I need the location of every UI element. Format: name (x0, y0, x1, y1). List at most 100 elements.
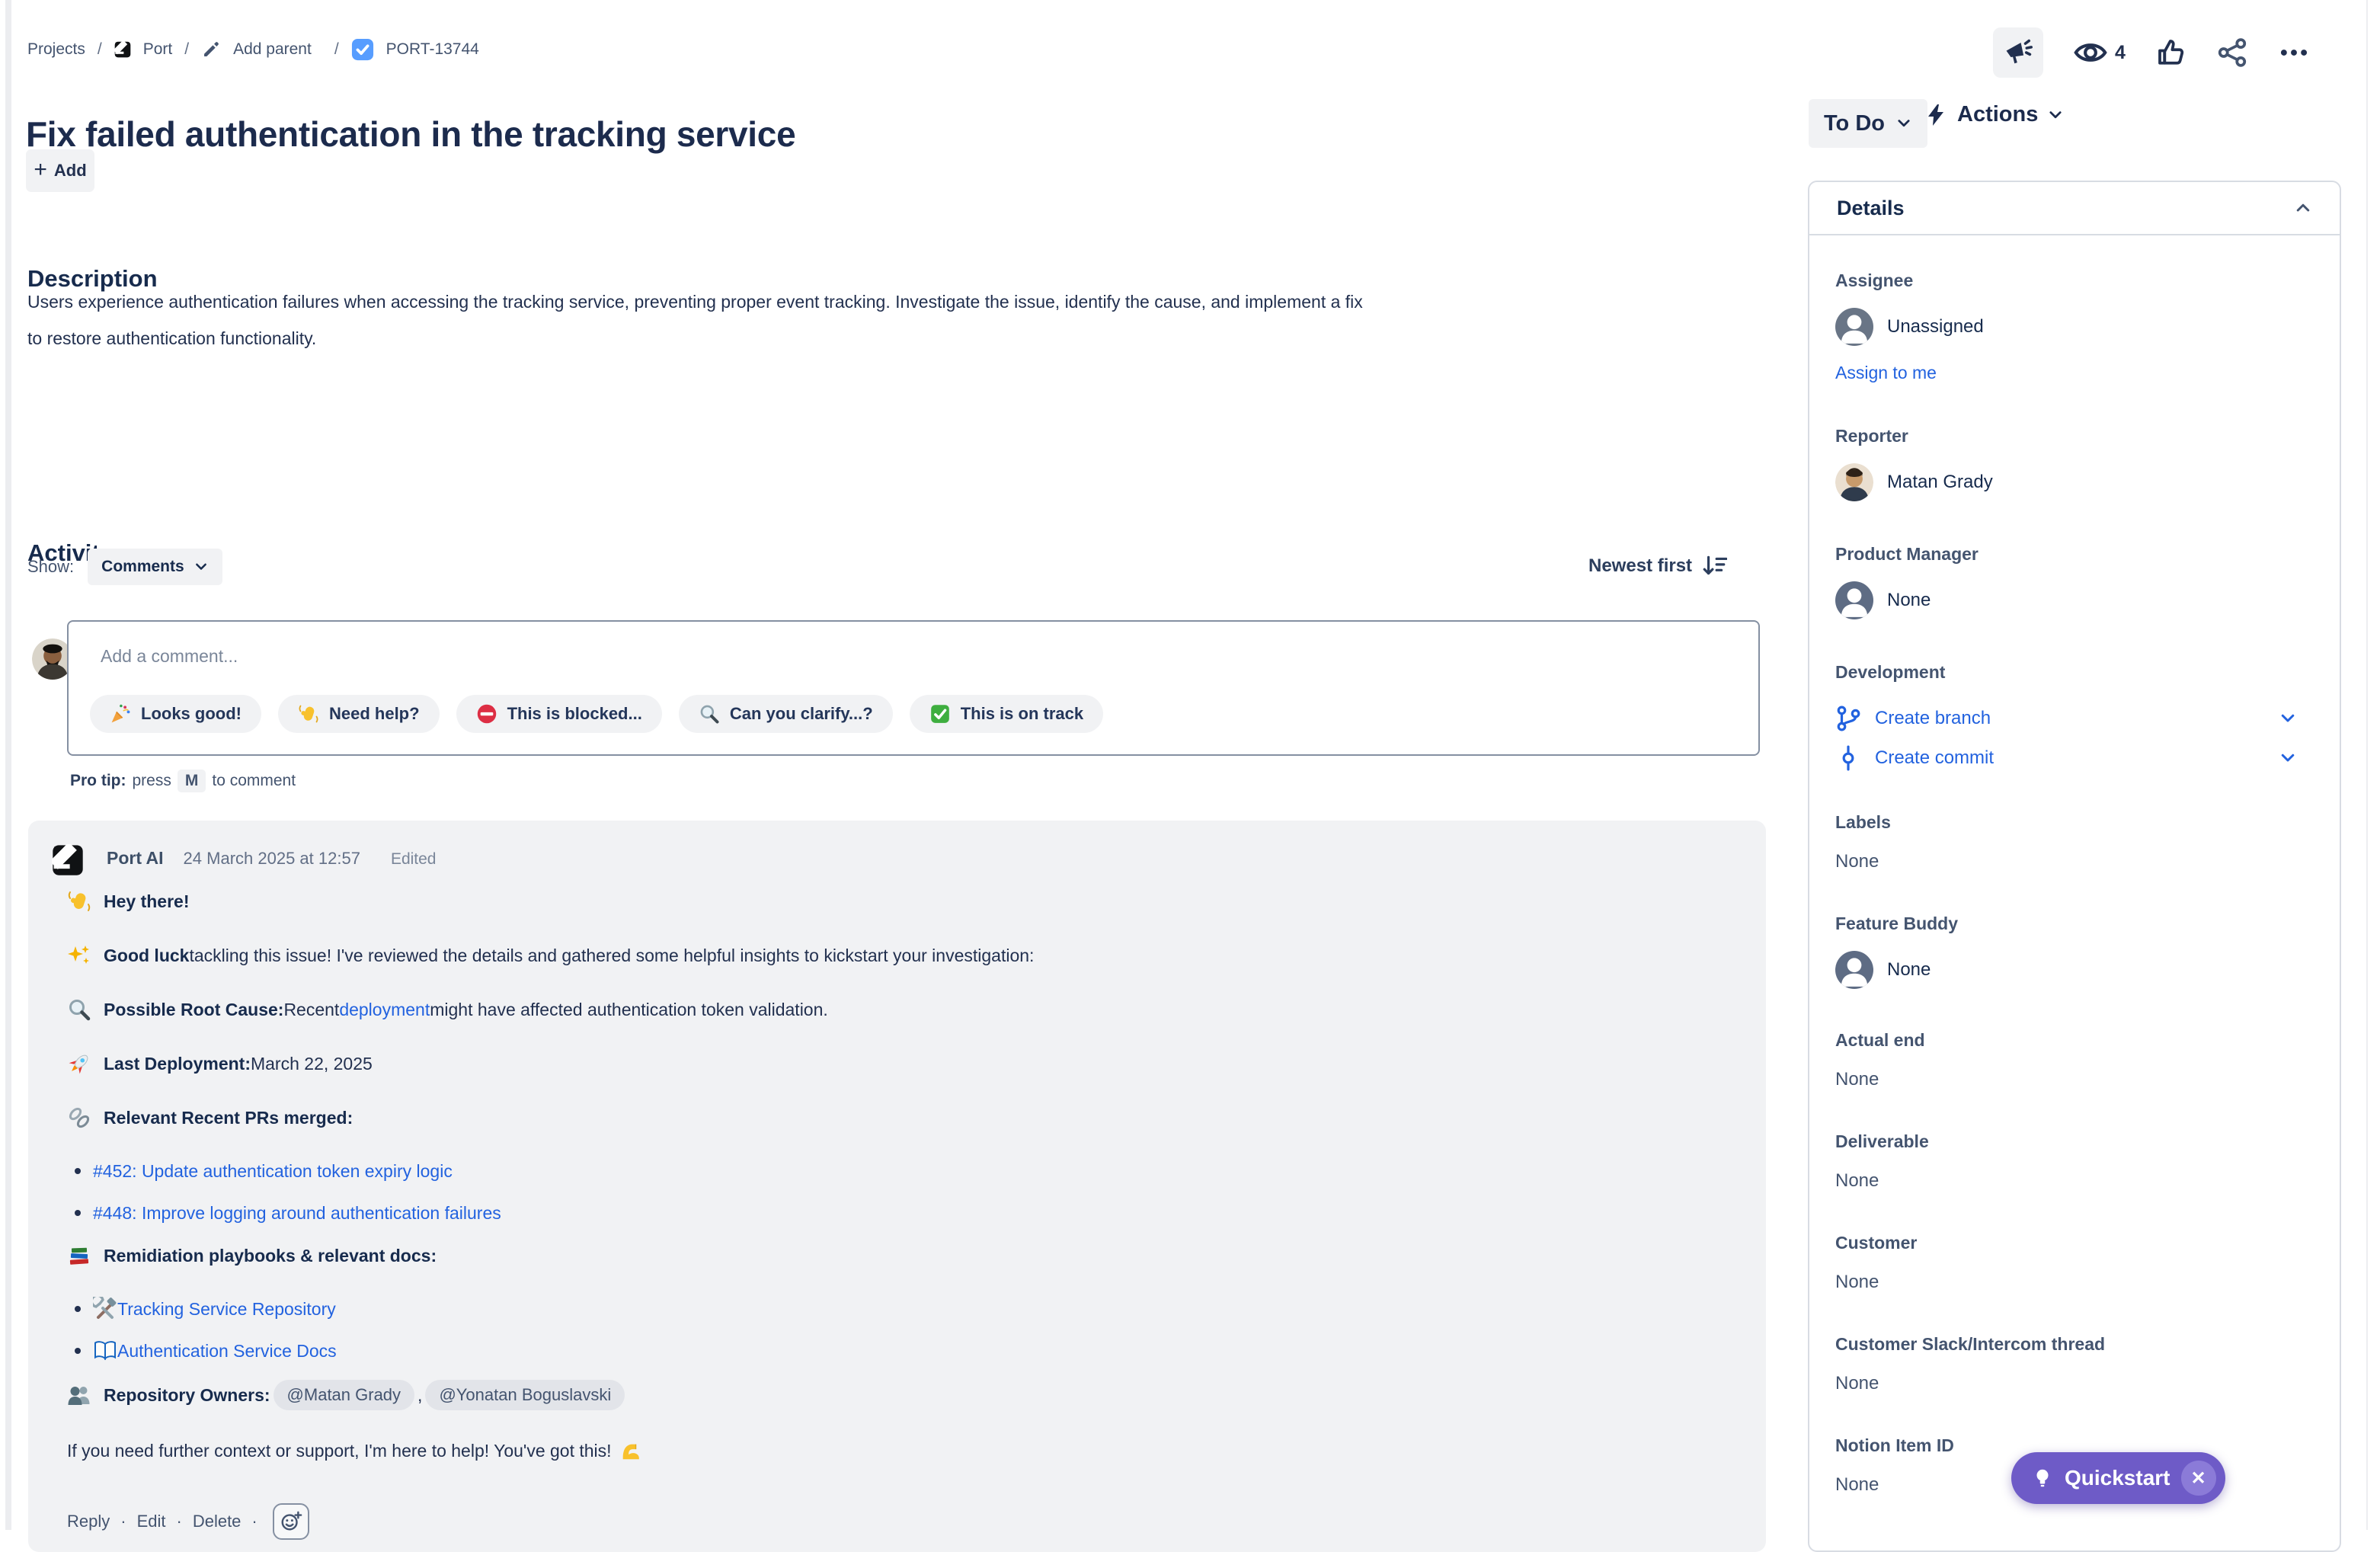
reply-action[interactable]: Reply (67, 1512, 110, 1531)
description-body[interactable]: Users experience authentication failures… (27, 283, 1757, 357)
reporter-value[interactable]: Matan Grady (1835, 463, 2311, 501)
quick-reply-label: Can you clarify...? (730, 704, 873, 724)
comment-placeholder: Add a comment... (101, 646, 238, 667)
eye-icon (2074, 36, 2107, 69)
comment-actions: Reply·Edit·Delete· (67, 1503, 309, 1540)
actions-dropdown[interactable]: Actions (1924, 102, 2064, 127)
tools-icon (93, 1297, 117, 1321)
quick-reply-pill[interactable]: This is on track (910, 695, 1103, 733)
delete-action[interactable]: Delete (193, 1512, 242, 1531)
comment-text-bold: Hey there! (104, 891, 189, 912)
comment-link[interactable]: Tracking Service Repository (117, 1299, 336, 1320)
comment-list-item: Authentication Service Docs (67, 1338, 1713, 1364)
git-commit-icon (1835, 745, 1861, 771)
details-header[interactable]: Details (1809, 182, 2340, 235)
link-icon (67, 1106, 91, 1130)
scrollbar-track[interactable] (2366, 0, 2368, 1530)
bullet-dot (75, 1168, 81, 1174)
port-logo-icon (114, 41, 131, 58)
comment-link[interactable]: deployment (339, 1000, 430, 1020)
issue-type-icon[interactable] (351, 38, 374, 61)
field-feature-buddy: Feature Buddy None (1835, 914, 2311, 989)
field-label: Assignee (1835, 270, 2311, 291)
field-label: Customer (1835, 1233, 2311, 1253)
mention-pill[interactable]: @Yonatan Boguslavski (425, 1380, 625, 1410)
comment-paragraph: Hey there! (67, 888, 1713, 915)
add-reaction-button[interactable] (273, 1503, 309, 1540)
comment-link[interactable]: #448: Improve logging around authenticat… (93, 1203, 501, 1224)
share-button[interactable] (2217, 37, 2247, 68)
action-separator: · (177, 1512, 182, 1531)
breadcrumb-projects[interactable]: Projects (27, 40, 85, 59)
keyboard-key-m: M (178, 770, 206, 792)
comment-text: , (417, 1385, 422, 1406)
assign-to-me-link[interactable]: Assign to me (1835, 363, 2311, 383)
field-labels: Labels None (1835, 812, 2311, 872)
page-title: Fix failed authentication in the trackin… (26, 114, 795, 155)
quick-reply-pill[interactable]: Can you clarify...? (679, 695, 893, 733)
quickstart-button[interactable]: Quickstart ✕ (2011, 1452, 2225, 1504)
quick-reply-pill[interactable]: Need help? (278, 695, 440, 733)
comment-timestamp[interactable]: 24 March 2025 at 12:57 (184, 849, 360, 869)
quick-reply-pill[interactable]: This is blocked... (456, 695, 662, 733)
busts-icon (67, 1383, 91, 1407)
description-line: to restore authentication functionality. (27, 320, 1757, 357)
sort-order-label: Newest first (1588, 555, 1692, 577)
create-branch-button[interactable]: Create branch (1835, 706, 2311, 731)
comment-text: Recent (283, 1000, 339, 1020)
chevron-up-icon[interactable] (2294, 199, 2312, 217)
product-manager-name: None (1887, 590, 1931, 611)
comments-filter-label: Comments (101, 558, 184, 576)
create-commit-label: Create commit (1875, 747, 1994, 769)
like-button[interactable] (2156, 37, 2186, 68)
breadcrumb-project[interactable]: Port (143, 40, 173, 59)
status-label: To Do (1824, 111, 1885, 136)
reporter-name: Matan Grady (1887, 472, 1993, 493)
quick-reply-label: Looks good! (141, 704, 242, 724)
add-button[interactable]: + Add (26, 149, 94, 192)
field-value-text[interactable]: None (1835, 1170, 2311, 1192)
create-commit-button[interactable]: Create commit (1835, 745, 2311, 771)
quickstart-close-button[interactable]: ✕ (2181, 1461, 2216, 1496)
comment-text-bold: Good luck (104, 946, 189, 966)
comment-link[interactable]: Authentication Service Docs (117, 1341, 337, 1362)
comment-edited-badge: Edited (391, 850, 437, 869)
chevron-down-icon[interactable] (2279, 749, 2297, 767)
comment-input[interactable]: Add a comment... Looks good! Need help? Th… (67, 620, 1760, 756)
comment-link[interactable]: #452: Update authentication token expiry… (93, 1161, 453, 1182)
breadcrumb-add-parent[interactable]: Add parent (233, 40, 312, 59)
field-label: Feature Buddy (1835, 914, 2311, 934)
quick-reply-pill[interactable]: Looks good! (90, 695, 261, 733)
field-value-text[interactable]: None (1835, 1373, 2311, 1394)
comment-author[interactable]: Port AI (107, 848, 164, 869)
comment-paragraph: If you need further context or support, … (67, 1437, 1713, 1464)
megaphone-icon (2004, 38, 2033, 67)
sort-order-button[interactable]: Newest first (1588, 553, 1727, 579)
field-value-text[interactable]: None (1835, 1272, 2311, 1293)
feedback-button[interactable] (1993, 27, 2043, 78)
git-branch-icon (1835, 706, 1861, 731)
field-value-text[interactable]: None (1835, 1069, 2311, 1090)
more-button[interactable] (2278, 37, 2310, 69)
mention-pill[interactable]: @Matan Grady (274, 1380, 415, 1410)
watchers-button[interactable]: 4 (2074, 36, 2126, 69)
show-label: Show: (27, 557, 74, 577)
comments-filter-dropdown[interactable]: Comments (88, 549, 222, 585)
comment-list-item: #448: Improve logging around authenticat… (67, 1200, 1713, 1226)
assignee-value[interactable]: Unassigned (1835, 308, 2311, 346)
field-label: Reporter (1835, 426, 2311, 446)
status-dropdown[interactable]: To Do (1809, 99, 1927, 148)
field-value[interactable]: None (1835, 951, 2311, 989)
field-label: Labels (1835, 812, 2311, 833)
comment-text: March 22, 2025 (251, 1054, 373, 1074)
left-panel-divider[interactable] (5, 0, 11, 1530)
edit-action[interactable]: Edit (137, 1512, 166, 1531)
breadcrumb-issue-key[interactable]: PORT-13744 (386, 40, 479, 59)
sort-icon (1701, 553, 1727, 579)
chevron-down-icon[interactable] (2279, 709, 2297, 728)
product-manager-value[interactable]: None (1835, 581, 2311, 619)
sparkles-icon (67, 943, 91, 968)
quick-reply-label: This is on track (961, 704, 1083, 724)
field-label: Customer Slack/Intercom thread (1835, 1334, 2311, 1355)
field-value-text[interactable]: None (1835, 851, 2311, 872)
